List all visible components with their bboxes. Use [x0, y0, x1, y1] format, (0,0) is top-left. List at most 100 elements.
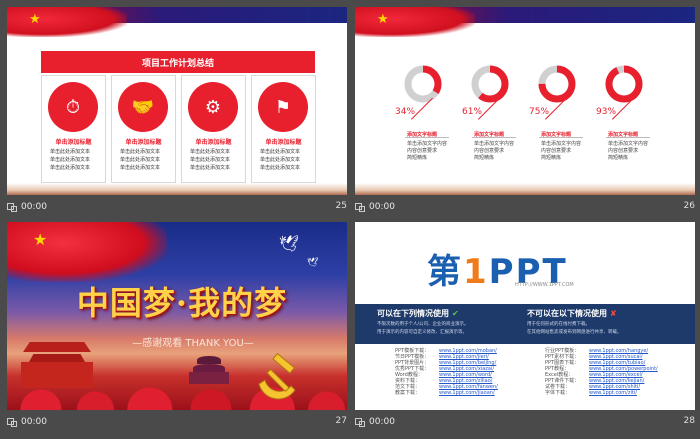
card-line: 单击此处添加文本 [190, 157, 231, 163]
percent-label: 75% [529, 107, 550, 117]
slide-canvas: 第1PPT HTTP://WWW.1PPT.COM 可以在下列情况使用 ✔ 不限次… [355, 222, 695, 410]
slide-title: 中国梦·我的梦 [76, 284, 288, 322]
slide-thumbnail-28[interactable]: 第1PPT HTTP://WWW.1PPT.COM 可以在下列情况使用 ✔ 不限次… [355, 222, 695, 432]
card-title: 单击添加标题 [265, 139, 302, 146]
percent-label: 34% [395, 107, 416, 117]
red-flag-decoration [7, 222, 167, 282]
slide-caption: 00:00 26 [355, 199, 695, 215]
percent-label: 93% [596, 107, 617, 117]
cannot-use-line: 用于任何形式的在线付费下载。 [527, 322, 590, 327]
slide-number: 28 [683, 416, 695, 426]
can-use-column: 可以在下列情况使用 ✔ 不限次数的用于个人/公司、企业的商业演示。 用于演示的内容… [377, 308, 469, 335]
column-text: 简短精炼 [608, 155, 629, 161]
hammer-sickle-icon [258, 352, 296, 400]
slide-thumbnail-26[interactable]: ★ 34% 添加文字标题 单击添加文字内容 内容创意要求 简短精炼 61% 添加文字标题 单击… [355, 7, 695, 217]
column-text: 简短精炼 [474, 155, 495, 161]
column-divider [472, 137, 516, 138]
link-url[interactable]: www.1ppt.com/jiaoan/ [439, 390, 495, 396]
link-row: 字体下载： www.1ppt.com/ziti/ [545, 390, 658, 396]
slide-title: 项目工作计划总结 [41, 51, 315, 73]
handshake-icon: 🤝 [118, 82, 168, 132]
temple-illustration [189, 356, 229, 384]
slide-number: 26 [683, 201, 695, 211]
donut-value-arc [605, 65, 643, 103]
links-left: PPT模板下载： www.1ppt.com/moban/节日PPT模板： www.1… [395, 348, 498, 396]
column-text: 单击添加文字内容 [407, 141, 448, 147]
card-2: 🤝 单击添加标题 单击此处添加文本 单击此处添加文本 单击此处添加文本 [111, 75, 176, 183]
can-use-line: 不限次数的用于个人/公司、企业的商业演示。 [377, 322, 469, 327]
slide-canvas: ★ 34% 添加文字标题 单击添加文字内容 内容创意要求 简短精炼 61% 添加文字标题 单击… [355, 7, 695, 195]
link-row: 教案下载： www.1ppt.com/jiaoan/ [395, 390, 498, 396]
dove-icon: 🕊 [279, 234, 300, 253]
column-text: 单击添加文字内容 [608, 141, 649, 147]
slide-caption: 00:00 27 [7, 414, 347, 430]
slide-time: 00:00 [369, 202, 395, 212]
column-text: 内容创意要求 [407, 148, 438, 154]
card-title: 单击添加标题 [55, 139, 92, 146]
link-url[interactable]: www.1ppt.com/ziti/ [589, 390, 637, 396]
transition-icon[interactable] [7, 417, 17, 427]
card-title: 单击添加标题 [125, 139, 162, 146]
dove-icon: 🕊 [307, 258, 319, 268]
card-line: 单击此处添加文本 [50, 165, 91, 171]
cannot-use-line: 在其他网站售卖或发布到网盘进行共享、转载。 [527, 330, 622, 335]
transition-icon[interactable] [7, 202, 17, 212]
cross-icon: ✘ [610, 309, 617, 318]
card-line: 单击此处添加文本 [190, 149, 231, 155]
card-line: 单击此处添加文本 [120, 157, 161, 163]
donut-chart [470, 64, 510, 104]
bottom-decoration [355, 183, 695, 195]
cannot-use-column: 不可以在以下情况使用 ✘ 用于任何形式的在线付费下载。 在其他网站售卖或发布到网盘… [527, 308, 622, 335]
slide-number: 27 [335, 416, 347, 426]
column-divider [539, 137, 583, 138]
cannot-use-title: 不可以在以下情况使用 [527, 309, 607, 318]
card-line: 单击此处添加文本 [190, 165, 231, 171]
percent-label: 61% [462, 107, 483, 117]
slide-thumbnail-25[interactable]: ★ 项目工作计划总结 ⏱ 单击添加标题 单击此处添加文本 单击此处添加文本 单击… [7, 7, 347, 217]
red-flag-decoration [7, 7, 127, 37]
bottom-decoration [7, 183, 347, 195]
slide-thumbnail-27[interactable]: ★ 🕊 🕊 中国梦·我的梦 —感谢观看 THANK YOU— 00:00 27 [7, 222, 347, 432]
slide-time: 00:00 [21, 417, 47, 427]
card-line: 单击此处添加文本 [120, 149, 161, 155]
card-4: ⚑ 单击添加标题 单击此处添加文本 单击此处添加文本 单击此处添加文本 [251, 75, 316, 183]
logo-url: HTTP://WWW.1PPT.COM [515, 282, 574, 288]
people-building-icon: ⚑ [258, 82, 308, 132]
card-line: 单击此处添加文本 [260, 165, 301, 171]
can-use-title: 可以在下列情况使用 [377, 309, 449, 318]
link-label: 字体下载： [545, 390, 571, 396]
column-text: 简短精炼 [541, 155, 562, 161]
slide-canvas: ★ 🕊 🕊 中国梦·我的梦 —感谢观看 THANK YOU— [7, 222, 347, 410]
donut-chart [537, 64, 577, 104]
donut-chart [604, 64, 644, 104]
column-text: 内容创意要求 [541, 148, 572, 154]
slide-subtitle: —感谢观看 THANK YOU— [132, 338, 254, 349]
column-divider [405, 137, 449, 138]
card-line: 单击此处添加文本 [50, 157, 91, 163]
links-right: 行业PPT模板： www.1ppt.com/hangye/PPT素材下载： www.… [545, 348, 658, 396]
card-line: 单击此处添加文本 [50, 149, 91, 155]
stopwatch-icon: ⏱ [48, 82, 98, 132]
column-text: 单击添加文字内容 [474, 141, 515, 147]
slide-caption: 00:00 28 [355, 414, 695, 430]
slide-number: 25 [335, 201, 347, 211]
donut-chart [403, 64, 443, 104]
column-divider [606, 137, 650, 138]
column-text: 内容创意要求 [474, 148, 505, 154]
card-1: ⏱ 单击添加标题 单击此处添加文本 单击此处添加文本 单击此处添加文本 [41, 75, 106, 183]
transition-icon[interactable] [355, 202, 365, 212]
monitor-gear-icon: ⚙ [188, 82, 238, 132]
card-line: 单击此处添加文本 [120, 165, 161, 171]
link-label: 教案下载： [395, 390, 421, 396]
column-text: 内容创意要求 [608, 148, 639, 154]
slide-time: 00:00 [369, 417, 395, 427]
star-icon: ★ [29, 12, 41, 27]
slide-caption: 00:00 25 [7, 199, 347, 215]
transition-icon[interactable] [355, 417, 365, 427]
star-icon: ★ [377, 12, 389, 27]
column-text: 简短精炼 [407, 155, 428, 161]
card-line: 单击此处添加文本 [260, 157, 301, 163]
card-3: ⚙ 单击添加标题 单击此处添加文本 单击此处添加文本 单击此处添加文本 [181, 75, 246, 183]
card-title: 单击添加标题 [195, 139, 232, 146]
slide-canvas: ★ 项目工作计划总结 ⏱ 单击添加标题 单击此处添加文本 单击此处添加文本 单击… [7, 7, 347, 195]
